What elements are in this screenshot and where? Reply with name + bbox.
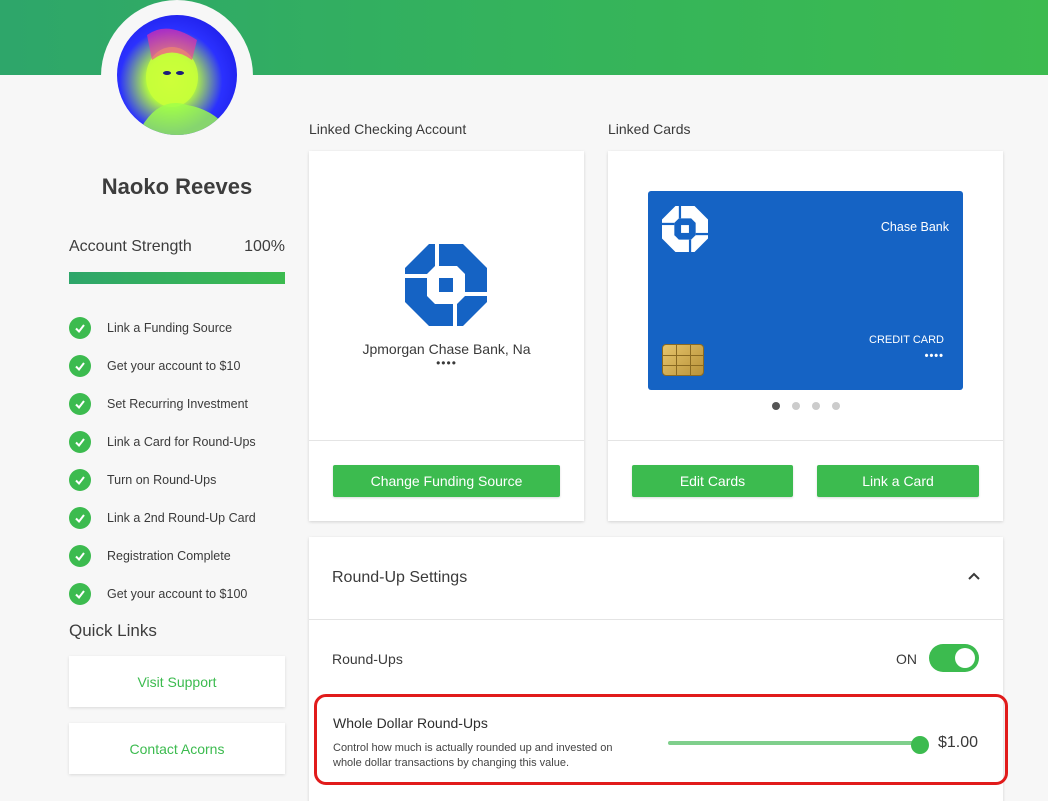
highlight-box [314,694,1008,785]
chase-logo-icon [662,206,708,252]
checklist-item-label: Get your account to $100 [107,587,248,601]
checklist-item: Link a Funding Source [69,309,256,347]
contact-acorns-button[interactable]: Contact Acorns [69,723,285,774]
card-divider [309,440,584,441]
checking-account-mask: •••• [436,356,457,370]
checkmark-icon [69,545,91,567]
checklist-item: Link a 2nd Round-Up Card [69,499,256,537]
carousel-dots [608,402,1003,410]
checkmark-icon [69,469,91,491]
edit-cards-button[interactable]: Edit Cards [632,465,793,497]
carousel-dot[interactable] [771,402,780,410]
account-strength-label: Account Strength [69,238,192,255]
card-bank-name: Chase Bank [880,220,949,234]
chevron-up-icon[interactable] [967,569,981,583]
checklist-item: Get your account to $10 [69,347,256,385]
checklist: Link a Funding Source Get your account to… [69,309,256,613]
quick-links-title: Quick Links [69,621,157,640]
checkmark-icon [69,317,91,339]
checklist-item: Turn on Round-Ups [69,461,256,499]
roundups-state: ON [896,651,917,667]
checklist-item-label: Registration Complete [107,549,231,563]
avatar[interactable] [117,15,237,135]
checkmark-icon [69,507,91,529]
card-divider [608,440,1003,441]
profile-name: Naoko Reeves [101,174,253,199]
checking-account-card: Jpmorgan Chase Bank, Na •••• Change Fund… [309,151,584,521]
checklist-item: Registration Complete [69,537,256,575]
account-strength-bar [69,272,285,284]
roundups-toggle[interactable] [929,644,979,672]
linked-cards-label: Linked Cards [608,121,691,137]
card-mask: •••• [924,350,944,362]
linked-cards-card: Chase Bank CREDIT CARD •••• Edit Cards L… [608,151,1003,521]
carousel-dot[interactable] [791,402,800,410]
linked-checking-label: Linked Checking Account [309,121,467,137]
checklist-item-label: Link a Funding Source [107,321,233,335]
change-funding-source-button[interactable]: Change Funding Source [333,465,560,497]
checkmark-icon [69,393,91,415]
checking-bank-name: Jpmorgan Chase Bank, Na [362,341,531,357]
checkmark-icon [69,355,91,377]
checklist-item-label: Turn on Round-Ups [107,473,217,487]
checklist-item: Link a Card for Round-Ups [69,423,256,461]
checklist-item: Get your account to $100 [69,575,256,613]
account-strength-value: 100% [244,238,285,255]
checklist-item-label: Link a Card for Round-Ups [107,435,256,449]
checklist-item-label: Set Recurring Investment [107,397,249,411]
carousel-dot[interactable] [831,402,840,410]
credit-card[interactable]: Chase Bank CREDIT CARD •••• [648,191,963,390]
visit-support-button[interactable]: Visit Support [69,656,285,707]
link-card-button[interactable]: Link a Card [817,465,979,497]
carousel-dot[interactable] [811,402,820,410]
checkmark-icon [69,431,91,453]
toggle-knob [955,648,975,668]
account-strength-fill [69,272,285,284]
checklist-item-label: Link a 2nd Round-Up Card [107,511,256,525]
roundup-settings-title: Round-Up Settings [332,569,468,586]
checklist-item-label: Get your account to $10 [107,359,241,373]
roundups-label: Round-Ups [332,651,403,667]
card-chip-icon [662,344,704,376]
settings-divider [309,619,1003,620]
checkmark-icon [69,583,91,605]
card-type: CREDIT CARD [869,334,944,346]
checklist-item: Set Recurring Investment [69,385,256,423]
chase-logo-icon [405,244,487,326]
